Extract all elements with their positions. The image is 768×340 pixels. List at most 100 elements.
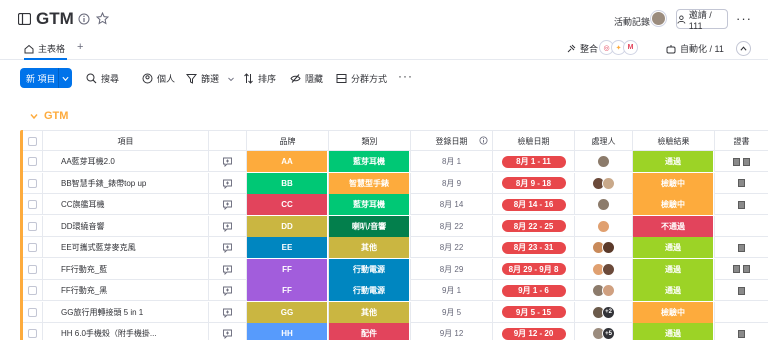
- owner-extra-count[interactable]: +2: [602, 305, 615, 319]
- result-label[interactable]: 檢驗中: [633, 172, 714, 194]
- table-row[interactable]: BB智慧手錶_錶帶top up BB 智慧型手錶 8月 9 8月 9 - 18 檢驗中: [23, 172, 768, 194]
- column-header-category[interactable]: 類別: [329, 131, 411, 152]
- owner-avatar[interactable]: [602, 284, 615, 297]
- add-update-icon[interactable]: [222, 178, 233, 189]
- result-cell[interactable]: 檢驗中: [633, 301, 715, 323]
- result-label[interactable]: 不通過: [633, 215, 714, 237]
- certificate-file-icon[interactable]: [738, 286, 745, 295]
- hide-button[interactable]: 隱藏: [290, 72, 323, 85]
- category-label[interactable]: 智慧型手錶: [329, 172, 410, 194]
- toolbar-more-button[interactable]: ···: [398, 69, 413, 83]
- item-name[interactable]: CC旗艦耳機: [61, 199, 105, 210]
- check-date-cell[interactable]: 8月 9 - 18: [493, 172, 575, 194]
- brand-cell[interactable]: AA: [247, 151, 329, 172]
- row-checkbox[interactable]: [28, 178, 37, 188]
- add-update-icon[interactable]: [222, 242, 233, 253]
- updates-cell[interactable]: [209, 194, 247, 215]
- invite-button[interactable]: 邀請 / 111: [676, 9, 728, 31]
- result-cell[interactable]: 通過: [633, 280, 715, 301]
- certificate-cell[interactable]: [715, 151, 768, 172]
- owner-avatar[interactable]: [597, 155, 610, 168]
- result-cell[interactable]: 不通過: [633, 215, 715, 237]
- row-select-cell[interactable]: [23, 258, 43, 280]
- add-update-icon[interactable]: [222, 156, 233, 167]
- add-update-icon[interactable]: [222, 328, 233, 339]
- check-date-timeline[interactable]: 8月 1 - 11: [501, 155, 566, 168]
- chevron-down-icon[interactable]: [227, 75, 235, 83]
- certificate-file-icon[interactable]: [743, 265, 750, 273]
- category-label[interactable]: 行動電源: [329, 258, 410, 280]
- new-item-button[interactable]: 新 項目: [20, 68, 72, 88]
- category-cell[interactable]: 藍芽耳機: [329, 194, 411, 215]
- brand-label[interactable]: FF: [247, 258, 328, 280]
- updates-cell[interactable]: [209, 258, 247, 280]
- owner-avatar[interactable]: [597, 198, 610, 211]
- column-header-owner[interactable]: 處理人: [575, 131, 633, 152]
- register-date-cell[interactable]: 8月 9: [411, 172, 493, 194]
- owner-cell[interactable]: [575, 172, 633, 194]
- brand-label[interactable]: CC: [247, 194, 328, 215]
- updates-cell[interactable]: [209, 280, 247, 301]
- add-update-icon[interactable]: [222, 285, 233, 296]
- row-checkbox[interactable]: [28, 157, 37, 166]
- item-name-cell[interactable]: CC旗艦耳機: [43, 194, 209, 215]
- brand-cell[interactable]: EE: [247, 237, 329, 258]
- category-cell[interactable]: 行動電源: [329, 280, 411, 301]
- row-select-cell[interactable]: [23, 237, 43, 258]
- owner-cell[interactable]: [575, 280, 633, 301]
- row-checkbox[interactable]: [28, 264, 37, 274]
- certificate-file-icon[interactable]: [738, 179, 745, 187]
- result-label[interactable]: 通過: [633, 258, 714, 280]
- certificate-cell[interactable]: [715, 237, 768, 258]
- check-date-cell[interactable]: 8月 29 - 9月 8: [493, 258, 575, 280]
- item-name-cell[interactable]: GG旅行用轉接頭 5 in 1: [43, 301, 209, 323]
- column-header-certificate[interactable]: 證書: [715, 131, 768, 152]
- search-button[interactable]: 搜尋: [86, 72, 119, 85]
- category-label[interactable]: 藍芽耳機: [329, 151, 410, 172]
- updates-cell[interactable]: [209, 237, 247, 258]
- row-checkbox[interactable]: [28, 221, 37, 231]
- item-name-cell[interactable]: HH 6.0手機殼（附手機掛...: [43, 323, 209, 340]
- owner-avatars[interactable]: [592, 176, 615, 190]
- certificate-file-icon[interactable]: [738, 243, 745, 252]
- owner-avatars[interactable]: [592, 262, 615, 276]
- category-label[interactable]: 行動電源: [329, 280, 410, 301]
- result-label[interactable]: 通過: [633, 280, 714, 301]
- column-header-item[interactable]: 項目: [43, 131, 209, 152]
- row-checkbox[interactable]: [28, 243, 37, 252]
- owner-avatar[interactable]: [602, 176, 615, 190]
- updates-cell[interactable]: [209, 151, 247, 172]
- register-date-cell[interactable]: 8月 22: [411, 237, 493, 258]
- group-by-button[interactable]: 分群方式: [336, 72, 387, 85]
- table-row[interactable]: HH 6.0手機殼（附手機掛... HH 配件 9月 12 9月 12 - 20 +5 通過: [23, 323, 768, 340]
- certificate-cell[interactable]: [715, 194, 768, 215]
- category-cell[interactable]: 其他: [329, 301, 411, 323]
- check-date-timeline[interactable]: 8月 23 - 31: [501, 241, 566, 254]
- category-label[interactable]: 配件: [329, 323, 410, 340]
- category-cell[interactable]: 行動電源: [329, 258, 411, 280]
- owner-avatars[interactable]: [592, 241, 615, 254]
- owner-avatars[interactable]: +5: [592, 327, 615, 340]
- select-all-checkbox[interactable]: [28, 137, 37, 146]
- certificate-cell[interactable]: [715, 259, 768, 280]
- owner-avatars[interactable]: +2: [592, 305, 615, 319]
- certificate-file-icon[interactable]: [738, 200, 745, 209]
- info-icon[interactable]: [78, 13, 90, 25]
- category-cell[interactable]: 喇叭/音響: [329, 215, 411, 237]
- updates-cell[interactable]: [209, 301, 247, 323]
- person-filter-button[interactable]: 個人: [142, 72, 175, 85]
- owner-cell[interactable]: [575, 151, 633, 172]
- table-row[interactable]: GG旅行用轉接頭 5 in 1 GG 其他 9月 5 9月 5 - 15 +2 檢驗中: [23, 301, 768, 323]
- certificate-file-icon[interactable]: [743, 157, 750, 166]
- register-date-cell[interactable]: 8月 1: [411, 151, 493, 172]
- column-header-brand[interactable]: 品牌: [247, 131, 329, 152]
- brand-label[interactable]: FF: [247, 280, 328, 301]
- add-update-icon[interactable]: [222, 264, 233, 275]
- updates-cell[interactable]: [209, 172, 247, 194]
- result-cell[interactable]: 通過: [633, 237, 715, 258]
- owner-cell[interactable]: [575, 194, 633, 215]
- certificate-file-icon[interactable]: [733, 157, 740, 166]
- updates-cell[interactable]: [209, 323, 247, 340]
- brand-cell[interactable]: HH: [247, 323, 329, 340]
- category-cell[interactable]: 藍芽耳機: [329, 151, 411, 172]
